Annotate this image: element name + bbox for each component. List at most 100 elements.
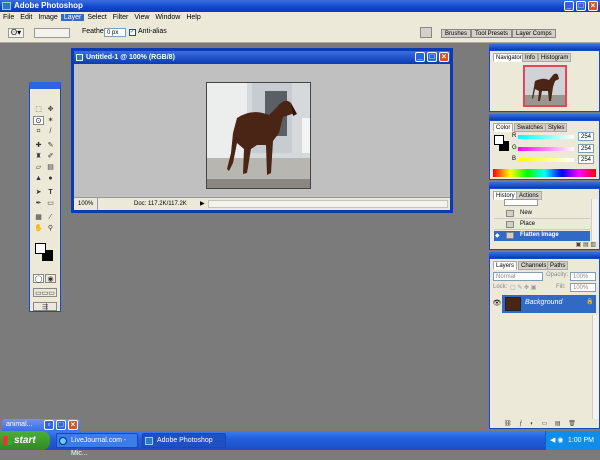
zoom-level[interactable]: 100% (78, 198, 98, 210)
antialias-checkbox[interactable]: ✓ (129, 29, 136, 36)
history-brush-icon[interactable]: ✐ (45, 152, 56, 161)
clone-stamp-icon[interactable]: ♜ (33, 152, 44, 161)
jump-to-imageready-icon[interactable]: ⇶ (33, 302, 57, 311)
layer-row[interactable]: 👁 Background 🔒 (492, 295, 596, 313)
color-fg-swatch[interactable] (494, 135, 504, 145)
g-value[interactable]: 254 (578, 144, 594, 153)
well-tab-layer-comps[interactable]: Layer Comps (512, 29, 556, 38)
tab-swatches[interactable]: Swatches (514, 123, 547, 132)
menu-filter[interactable]: Filter (110, 14, 132, 21)
lock-icons[interactable]: ▢ ✎ ✥ ▣ (510, 284, 544, 292)
menu-view[interactable]: View (131, 14, 152, 21)
shape-tool-icon[interactable]: ▭ (45, 199, 56, 208)
fill-input[interactable]: 100% (570, 283, 596, 292)
close-button[interactable]: × (588, 1, 598, 11)
history-snapshot[interactable] (504, 199, 538, 206)
history-item-active[interactable]: ◆ Flatten Image (494, 231, 590, 241)
menu-image[interactable]: Image (35, 14, 60, 21)
move-tool-icon[interactable]: ✥ (45, 105, 56, 114)
min-restore-button[interactable]: ▫ (44, 420, 54, 430)
blur-tool-icon[interactable]: ▲ (33, 174, 44, 183)
tab-info[interactable]: Info (522, 53, 539, 62)
layer-name: Background (525, 299, 563, 306)
lasso-tool-icon[interactable]: ʘ (33, 116, 44, 125)
b-value[interactable]: 254 (578, 155, 594, 164)
hand-tool-icon[interactable]: ✋ (33, 224, 44, 233)
slice-tool-icon[interactable]: / (45, 127, 56, 136)
menu-select[interactable]: Select (84, 14, 109, 21)
tab-navigator[interactable]: Navigator (493, 53, 525, 62)
maximize-button[interactable]: □ (576, 1, 586, 11)
doc-close-button[interactable]: × (439, 52, 449, 62)
notes-tool-icon[interactable]: ▦ (33, 213, 44, 222)
menu-help[interactable]: Help (183, 14, 203, 21)
taskbar-item-active[interactable]: Adobe Photoshop (142, 433, 226, 448)
navigator-panel: Navigator Info Histogram (489, 50, 600, 112)
pen-tool-icon[interactable]: ✒ (33, 199, 44, 208)
history-item[interactable]: Place (494, 220, 590, 230)
menu-layer[interactable]: Layer (60, 14, 85, 21)
horizontal-scrollbar[interactable] (208, 200, 448, 208)
r-value[interactable]: 254 (578, 132, 594, 141)
layers-panel: Layers Channels Paths Normal Opacity: 10… (489, 258, 600, 429)
tray-icons[interactable]: ◀ ◉ (550, 431, 563, 450)
doc-maximize-button[interactable]: □ (427, 52, 437, 62)
taskbar-item[interactable]: LiveJournal.com - Mic... (56, 433, 138, 457)
tab-histogram[interactable]: Histogram (538, 53, 572, 62)
path-selection-icon[interactable]: ➤ (33, 188, 44, 197)
navigator-thumbnail[interactable] (523, 65, 567, 107)
well-tab-tool-presets[interactable]: Tool Presets (471, 29, 513, 38)
doc-minimize-button[interactable]: _ (415, 52, 425, 62)
visibility-eye-icon[interactable]: 👁 (492, 295, 502, 313)
history-scrollbar[interactable] (591, 199, 598, 241)
brush-tool-icon[interactable]: ✎ (45, 141, 56, 150)
color-spectrum-bar[interactable] (493, 169, 596, 177)
blend-mode-select[interactable]: Normal (493, 272, 543, 281)
menu-edit[interactable]: Edit (17, 14, 35, 21)
palette-well-icon[interactable] (420, 27, 432, 38)
status-menu-arrow-icon[interactable]: ▶ (200, 198, 205, 210)
eyedropper-icon[interactable]: ⁄ (45, 213, 56, 222)
eraser-tool-icon[interactable]: ▱ (33, 163, 44, 172)
doc-size-info: Doc: 117.2K/117.2K (134, 201, 187, 207)
zoom-tool-icon[interactable]: ⚲ (45, 224, 56, 233)
min-close-button[interactable]: × (68, 420, 78, 430)
history-state-icon: ◆ (495, 233, 500, 239)
crop-tool-icon[interactable]: ⌗ (33, 127, 44, 136)
type-tool-icon[interactable]: T (45, 188, 56, 197)
minimized-window-title: animal... (6, 421, 33, 428)
selection-mode-icons[interactable] (34, 28, 70, 38)
well-tab-brushes[interactable]: Brushes (441, 29, 472, 38)
marquee-tool-icon[interactable]: ⬚ (33, 105, 44, 114)
standard-mode-icon[interactable]: ◯ (33, 274, 44, 283)
layers-scrollbar[interactable] (592, 315, 599, 419)
g-slider[interactable] (518, 147, 574, 151)
foreground-color-swatch[interactable] (35, 243, 46, 254)
magic-wand-icon[interactable]: ✶ (45, 116, 56, 125)
menu-window[interactable]: Window (152, 14, 183, 21)
opacity-input[interactable]: 100% (570, 272, 596, 281)
gradient-tool-icon[interactable]: ▤ (45, 163, 56, 172)
layers-footer-icons[interactable]: ⛓ ƒ ◐ ▭ ▤ 🗑 (504, 421, 596, 428)
healing-brush-icon[interactable]: ✚ (33, 141, 44, 150)
screen-mode-icons[interactable]: ▭▭▭ (33, 288, 57, 297)
minimize-button[interactable]: _ (564, 1, 574, 11)
tab-channels[interactable]: Channels (518, 261, 550, 270)
min-maximize-button[interactable]: □ (56, 420, 66, 430)
r-slider[interactable] (518, 135, 574, 139)
taskbar-item-label: LiveJournal.com - Mic... (71, 437, 127, 457)
tab-styles[interactable]: Styles (545, 123, 568, 132)
history-item[interactable]: New (494, 209, 590, 219)
lasso-tool-preset-icon[interactable]: ʘ▾ (8, 28, 24, 38)
canvas-image[interactable] (206, 82, 311, 189)
dodge-tool-icon[interactable]: ● (45, 174, 56, 183)
tab-paths[interactable]: Paths (547, 261, 569, 270)
menu-file[interactable]: File (0, 14, 17, 21)
tab-layers[interactable]: Layers (493, 261, 518, 270)
tab-color[interactable]: Color (493, 123, 514, 132)
feather-input[interactable]: 0 px (104, 28, 126, 37)
doc-icon (76, 54, 83, 61)
b-slider[interactable] (518, 158, 574, 162)
history-footer-icons[interactable]: ▣ ▤ ▥ (550, 242, 596, 249)
quickmask-mode-icon[interactable]: ◉ (45, 274, 56, 283)
